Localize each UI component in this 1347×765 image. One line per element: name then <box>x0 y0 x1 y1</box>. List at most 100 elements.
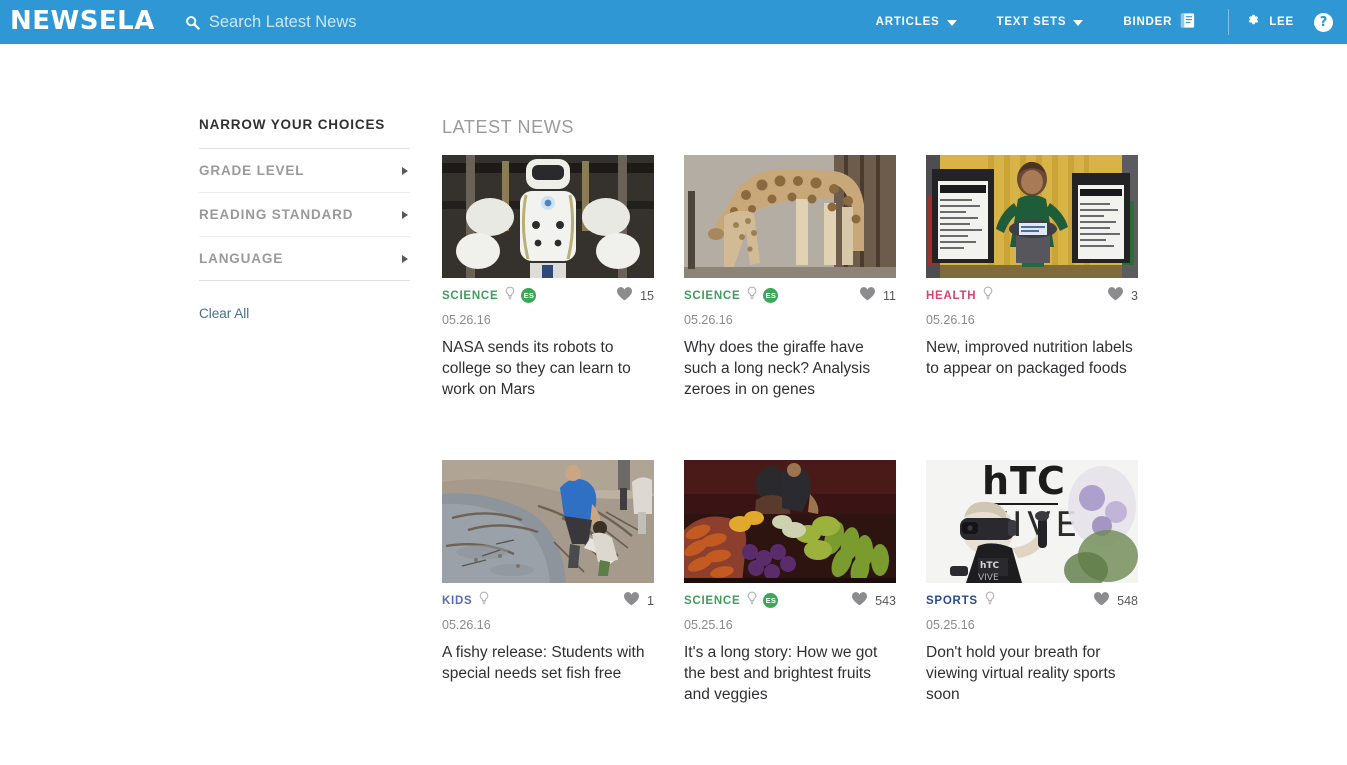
article-card[interactable]: hTC VIVE hTC VIVE SPORTS 548 05.25.16 Do… <box>926 460 1138 705</box>
article-meta: SCIENCE ES 543 <box>684 591 896 611</box>
es-spanish-badge[interactable]: ES <box>763 593 779 608</box>
article-category[interactable]: SPORTS <box>926 595 978 607</box>
lightbulb-icon[interactable] <box>984 591 996 610</box>
heart-icon[interactable] <box>1093 591 1110 611</box>
article-category[interactable]: KIDS <box>442 595 472 607</box>
main-content: LATEST NEWS SCIENCE ES 15 05.26.16 NASA … <box>442 117 1138 705</box>
nav-item-articles[interactable]: ARTICLES <box>856 16 977 28</box>
article-headline[interactable]: It's a long story: How we got the best a… <box>684 642 896 705</box>
search-bar[interactable] <box>185 12 856 32</box>
lightbulb-icon[interactable] <box>982 286 994 305</box>
filter-language-label: LANGUAGE <box>199 251 284 266</box>
article-card[interactable]: SCIENCE ES 11 05.26.16 Why does the gira… <box>684 155 896 400</box>
gear-icon <box>1245 12 1260 32</box>
heart-icon[interactable] <box>623 591 640 611</box>
search-input[interactable] <box>208 12 509 32</box>
article-headline[interactable]: A fishy release: Students with special n… <box>442 642 654 684</box>
like-group[interactable]: 3 <box>1107 286 1138 306</box>
top-navigation-bar: NEWSELA ARTICLES TEXT SETS BINDER <box>0 0 1347 44</box>
like-group[interactable]: 543 <box>851 591 896 611</box>
like-count: 3 <box>1131 288 1138 303</box>
heart-icon[interactable] <box>1107 286 1124 306</box>
article-category[interactable]: HEALTH <box>926 290 976 302</box>
es-spanish-badge[interactable]: ES <box>521 288 537 303</box>
like-group[interactable]: 15 <box>616 286 654 306</box>
svg-text:VIVE: VIVE <box>978 573 999 583</box>
user-name-label: LEE <box>1269 16 1294 28</box>
heart-icon[interactable] <box>616 286 633 306</box>
article-meta: HEALTH 3 <box>926 286 1138 306</box>
lightbulb-icon[interactable] <box>746 591 758 610</box>
newsela-logo[interactable]: NEWSELA <box>10 8 155 36</box>
user-menu[interactable]: LEE <box>1241 12 1308 32</box>
lightbulb-icon[interactable] <box>746 286 758 305</box>
filter-language[interactable]: LANGUAGE <box>199 237 410 281</box>
binder-book-icon <box>1179 12 1196 32</box>
lightbulb-icon[interactable] <box>504 286 516 305</box>
like-count: 15 <box>640 288 654 303</box>
article-headline[interactable]: Why does the giraffe have such a long ne… <box>684 337 896 400</box>
like-count: 11 <box>883 288 896 303</box>
page-body: NARROW YOUR CHOICES GRADE LEVEL READING … <box>0 44 1347 705</box>
like-count: 1 <box>647 593 654 608</box>
clear-all-link[interactable]: Clear All <box>199 306 249 321</box>
article-date: 05.26.16 <box>926 313 975 327</box>
heart-icon[interactable] <box>851 591 868 611</box>
article-meta: KIDS 1 <box>442 591 654 611</box>
article-thumbnail[interactable] <box>442 460 654 583</box>
lightbulb-icon[interactable] <box>478 591 490 610</box>
help-icon[interactable]: ? <box>1314 12 1333 32</box>
article-card[interactable]: SCIENCE ES 15 05.26.16 NASA sends its ro… <box>442 155 654 400</box>
filter-grade-level-label: GRADE LEVEL <box>199 163 305 178</box>
article-date: 05.26.16 <box>684 313 733 327</box>
sidebar-title: NARROW YOUR CHOICES <box>199 117 410 149</box>
article-meta: SCIENCE ES 11 <box>684 286 896 306</box>
like-count: 543 <box>875 593 896 608</box>
article-thumbnail[interactable]: hTC VIVE hTC VIVE <box>926 460 1138 583</box>
like-count: 548 <box>1117 593 1138 608</box>
chevron-down-icon <box>1073 20 1084 26</box>
article-date: 05.26.16 <box>442 313 491 327</box>
article-headline[interactable]: Don't hold your breath for viewing virtu… <box>926 642 1138 705</box>
filter-sidebar: NARROW YOUR CHOICES GRADE LEVEL READING … <box>199 117 410 705</box>
main-nav: ARTICLES TEXT SETS BINDER LEE ? <box>856 9 1333 35</box>
article-category[interactable]: SCIENCE <box>684 290 740 302</box>
chevron-right-icon <box>402 166 408 175</box>
like-group[interactable]: 1 <box>623 591 654 611</box>
like-group[interactable]: 548 <box>1093 591 1138 611</box>
heart-icon[interactable] <box>859 286 876 306</box>
article-card[interactable]: HEALTH 3 05.26.16 New, improved nutritio… <box>926 155 1138 400</box>
article-thumbnail[interactable] <box>684 460 896 583</box>
article-meta: SPORTS 548 <box>926 591 1138 611</box>
article-thumbnail[interactable] <box>442 155 654 278</box>
nav-item-text-sets[interactable]: TEXT SETS <box>977 16 1104 28</box>
article-date: 05.26.16 <box>442 618 491 632</box>
nav-item-articles-label: ARTICLES <box>875 16 940 28</box>
like-group[interactable]: 11 <box>859 286 896 306</box>
nav-item-binder[interactable]: BINDER <box>1103 12 1216 32</box>
chevron-right-icon <box>402 254 408 263</box>
article-category[interactable]: SCIENCE <box>442 290 498 302</box>
article-card[interactable]: KIDS 1 05.26.16 A fishy release: Student… <box>442 460 654 705</box>
es-spanish-badge[interactable]: ES <box>763 288 779 303</box>
chevron-down-icon <box>946 20 957 26</box>
nav-divider <box>1228 9 1230 35</box>
article-headline[interactable]: New, improved nutrition labels to appear… <box>926 337 1138 379</box>
article-category[interactable]: SCIENCE <box>684 595 740 607</box>
article-grid: SCIENCE ES 15 05.26.16 NASA sends its ro… <box>442 155 1138 705</box>
section-title: LATEST NEWS <box>442 117 574 137</box>
article-thumbnail[interactable] <box>684 155 896 278</box>
nav-item-text-sets-label: TEXT SETS <box>996 16 1067 28</box>
chevron-right-icon <box>402 210 408 219</box>
filter-grade-level[interactable]: GRADE LEVEL <box>199 149 410 193</box>
article-headline[interactable]: NASA sends its robots to college so they… <box>442 337 654 400</box>
svg-text:hTC: hTC <box>980 561 1000 571</box>
nav-item-binder-label: BINDER <box>1123 16 1173 28</box>
filter-reading-standard-label: READING STANDARD <box>199 207 354 222</box>
article-card[interactable]: SCIENCE ES 543 05.25.16 It's a long stor… <box>684 460 896 705</box>
svg-text:hTC: hTC <box>982 460 1066 503</box>
search-icon <box>185 15 200 30</box>
filter-reading-standard[interactable]: READING STANDARD <box>199 193 410 237</box>
article-thumbnail[interactable] <box>926 155 1138 278</box>
article-meta: SCIENCE ES 15 <box>442 286 654 306</box>
